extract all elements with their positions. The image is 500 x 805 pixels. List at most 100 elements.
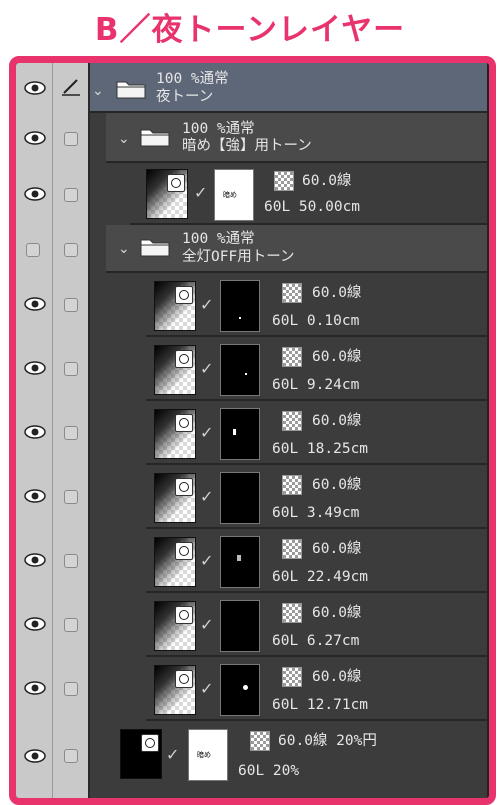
edit-toggle[interactable] bbox=[64, 362, 78, 376]
tone-screen: 60.0線 bbox=[302, 173, 352, 189]
layer-thumbnail bbox=[154, 537, 196, 587]
eye-icon[interactable] bbox=[24, 425, 46, 439]
eye-icon[interactable] bbox=[24, 681, 46, 695]
eye-icon[interactable] bbox=[24, 617, 46, 631]
layer-row[interactable]: ✓ 60.0線 60L 22.49cm bbox=[16, 529, 489, 593]
tone-screen: 60.0線 bbox=[312, 349, 362, 365]
tone-screen: 60.0線 bbox=[312, 669, 362, 685]
tone-info: 60L 6.27cm bbox=[272, 633, 360, 649]
check-icon: ✓ bbox=[166, 745, 180, 764]
eye-icon[interactable] bbox=[24, 553, 46, 567]
edit-toggle[interactable] bbox=[64, 132, 78, 146]
tone-screen: 60.0線 bbox=[312, 605, 362, 621]
layer-row[interactable]: ✓ 60.0線 60L 6.27cm bbox=[16, 593, 489, 657]
screentone-icon bbox=[282, 347, 302, 367]
edit-toggle[interactable] bbox=[64, 749, 78, 763]
layer-mask-thumbnail bbox=[220, 600, 260, 652]
layer-mask-thumbnail bbox=[220, 280, 260, 332]
tone-screen: 60.0線 bbox=[312, 413, 362, 429]
eye-icon[interactable] bbox=[24, 489, 46, 503]
check-icon: ✓ bbox=[200, 615, 214, 634]
screentone-icon bbox=[282, 603, 302, 623]
layer-mode: 100 %通常 bbox=[156, 71, 229, 87]
eye-icon[interactable] bbox=[24, 297, 46, 311]
tone-info: 60L 22.49cm bbox=[272, 569, 369, 585]
layer-thumbnail bbox=[120, 729, 162, 779]
layer-row[interactable]: ✓ 60.0線 60L 18.25cm bbox=[16, 401, 489, 465]
folder-icon bbox=[140, 129, 170, 147]
layer-mode: 100 %通常 bbox=[182, 121, 255, 137]
layer-row-folder-night-tone[interactable]: ⌄ 100 %通常 夜トーン bbox=[16, 63, 489, 113]
edit-toggle[interactable] bbox=[64, 243, 78, 257]
tone-info: 60L 20% bbox=[238, 763, 300, 779]
check-icon: ✓ bbox=[200, 359, 214, 378]
layer-row[interactable]: ✓ 暗め 60.0線 20%円 60L 20% bbox=[16, 721, 489, 791]
visibility-toggle[interactable] bbox=[26, 243, 40, 257]
folder-icon bbox=[140, 239, 170, 257]
layer-row-body[interactable] bbox=[106, 721, 487, 791]
layer-panel: ⌄ 100 %通常 夜トーン ⌄ 100 %通常 暗め【強】用トーン ✓ 暗め … bbox=[9, 56, 496, 805]
folder-icon bbox=[116, 81, 146, 99]
layer-mask-thumbnail bbox=[220, 472, 260, 524]
check-icon: ✓ bbox=[200, 551, 214, 570]
layer-row-folder-all-lights-off[interactable]: ⌄ 100 %通常 全灯OFF用トーン bbox=[16, 225, 489, 273]
check-icon: ✓ bbox=[200, 295, 214, 314]
edit-toggle[interactable] bbox=[64, 490, 78, 504]
layer-row-body[interactable] bbox=[90, 63, 487, 113]
layer-mask-thumbnail bbox=[220, 344, 260, 396]
layer-row[interactable]: ✓ 60.0線 60L 12.71cm bbox=[16, 657, 489, 721]
eye-icon[interactable] bbox=[24, 131, 46, 145]
panel-edge bbox=[487, 63, 489, 798]
layer-row[interactable]: ✓ 60.0線 60L 0.10cm bbox=[16, 273, 489, 337]
tone-info: 60L 9.24cm bbox=[272, 377, 360, 393]
screentone-icon bbox=[282, 667, 302, 687]
check-icon: ✓ bbox=[200, 679, 214, 698]
page-title: B／夜トーンレイヤー bbox=[94, 11, 406, 48]
layer-thumbnail bbox=[154, 601, 196, 651]
layer-name: 全灯OFF用トーン bbox=[182, 249, 295, 265]
layer-mode: 100 %通常 bbox=[182, 231, 255, 247]
edit-toggle[interactable] bbox=[64, 682, 78, 696]
chevron-down-icon[interactable]: ⌄ bbox=[118, 241, 130, 257]
check-icon: ✓ bbox=[194, 183, 208, 202]
eye-icon[interactable] bbox=[24, 361, 46, 375]
screentone-icon bbox=[274, 171, 294, 191]
check-icon: ✓ bbox=[200, 423, 214, 442]
tone-screen: 60.0線 bbox=[312, 477, 362, 493]
edit-toggle[interactable] bbox=[64, 426, 78, 440]
chevron-down-icon[interactable]: ⌄ bbox=[92, 83, 104, 99]
screentone-icon bbox=[250, 731, 270, 751]
tone-info: 60L 50.00cm bbox=[264, 199, 361, 215]
screentone-icon bbox=[282, 283, 302, 303]
layer-name: 夜トーン bbox=[156, 89, 214, 105]
layer-row-folder-dark-strong[interactable]: ⌄ 100 %通常 暗め【強】用トーン bbox=[16, 113, 489, 163]
tone-info: 60L 0.10cm bbox=[272, 313, 360, 329]
tone-info: 60L 3.49cm bbox=[272, 505, 360, 521]
layer-row[interactable]: ✓ 暗め 60.0線 60L 50.00cm bbox=[16, 163, 489, 225]
edit-toggle[interactable] bbox=[64, 618, 78, 632]
pen-icon[interactable] bbox=[60, 75, 82, 97]
layer-name: 暗め【強】用トーン bbox=[182, 138, 312, 154]
edit-toggle[interactable] bbox=[64, 298, 78, 312]
screentone-icon bbox=[282, 411, 302, 431]
tone-screen: 60.0線 bbox=[312, 541, 362, 557]
eye-icon[interactable] bbox=[24, 187, 46, 201]
layer-mask-thumbnail: 暗め bbox=[188, 729, 228, 781]
edit-toggle[interactable] bbox=[64, 554, 78, 568]
layer-mask-thumbnail bbox=[220, 408, 260, 460]
tone-info: 60L 18.25cm bbox=[272, 441, 369, 457]
tone-screen: 60.0線 20%円 bbox=[278, 733, 377, 749]
edit-toggle[interactable] bbox=[64, 188, 78, 202]
chevron-down-icon[interactable]: ⌄ bbox=[118, 131, 130, 147]
eye-icon[interactable] bbox=[24, 749, 46, 763]
layer-row[interactable]: ✓ 60.0線 60L 9.24cm bbox=[16, 337, 489, 401]
layer-row[interactable]: ✓ 60.0線 60L 3.49cm bbox=[16, 465, 489, 529]
layer-thumbnail bbox=[154, 409, 196, 459]
screentone-icon bbox=[282, 539, 302, 559]
layer-thumbnail bbox=[154, 345, 196, 395]
eye-icon[interactable] bbox=[24, 81, 46, 95]
tone-info: 60L 12.71cm bbox=[272, 697, 369, 713]
layer-thumbnail bbox=[154, 281, 196, 331]
tone-screen: 60.0線 bbox=[312, 285, 362, 301]
layer-thumbnail bbox=[146, 169, 188, 219]
